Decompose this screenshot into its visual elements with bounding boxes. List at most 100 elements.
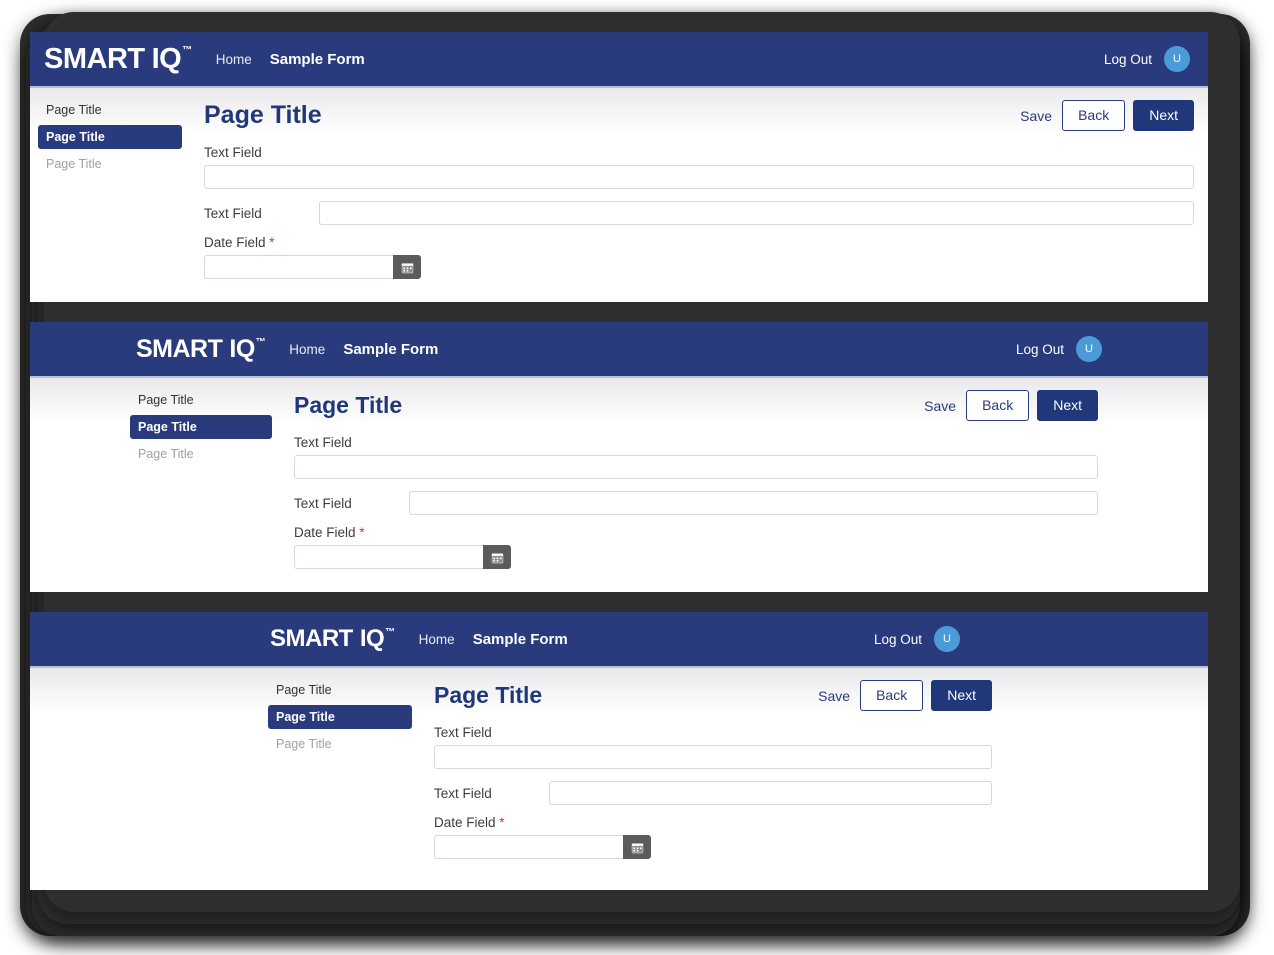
nav-link-home[interactable]: Home: [216, 52, 252, 67]
page-title: Page Title: [294, 392, 403, 419]
text-field-2-input[interactable]: [549, 781, 992, 806]
save-button[interactable]: Save: [922, 394, 958, 418]
page-title: Page Title: [434, 682, 543, 709]
back-button[interactable]: Back: [966, 390, 1030, 422]
next-button[interactable]: Next: [1037, 390, 1098, 422]
date-field-group: Date Field *: [294, 525, 1098, 570]
sidebar: Page Title Page Title Page Title: [30, 88, 190, 300]
date-field-input-group: [204, 255, 421, 280]
form-content: Page Title Save Back Next Text Field Tex…: [280, 378, 1208, 590]
logout-link[interactable]: Log Out: [1104, 52, 1152, 67]
date-field-input-group: [434, 835, 651, 860]
avatar[interactable]: U: [1164, 46, 1190, 72]
date-field-label-text: Date Field: [434, 815, 496, 831]
text-field-1-label: Text Field: [294, 435, 352, 451]
nav-link-home[interactable]: Home: [289, 342, 325, 357]
next-button[interactable]: Next: [931, 680, 992, 712]
logout-link[interactable]: Log Out: [1016, 342, 1064, 357]
sidebar-item-page-title-1[interactable]: Page Title: [38, 98, 182, 122]
date-field-input[interactable]: [294, 545, 483, 570]
text-field-1-group: Text Field: [294, 435, 1098, 480]
sidebar-item-page-title-2[interactable]: Page Title: [268, 705, 412, 729]
calendar-icon: [631, 841, 644, 854]
nav-link-sample-form[interactable]: Sample Form: [473, 631, 568, 648]
text-field-2-group: Text Field: [434, 781, 992, 806]
text-field-2-group: Text Field: [204, 201, 1194, 226]
calendar-icon: [491, 551, 504, 564]
date-field-input[interactable]: [434, 835, 623, 860]
smartiq-logo[interactable]: SMART IQ ™: [270, 627, 395, 651]
date-field-label: Date Field *: [434, 815, 992, 830]
logo-word-smart: SMART: [136, 334, 223, 363]
date-field-label-text: Date Field: [204, 235, 266, 251]
avatar[interactable]: U: [1076, 336, 1102, 362]
sidebar-item-page-title-2[interactable]: Page Title: [130, 415, 272, 439]
form-content: Page Title Save Back Next Text Field Tex…: [420, 668, 1208, 888]
text-field-1-input[interactable]: [434, 745, 992, 770]
page-title: Page Title: [204, 101, 322, 130]
avatar[interactable]: U: [934, 626, 960, 652]
sidebar-item-page-title-1[interactable]: Page Title: [268, 678, 412, 702]
date-field-label-text: Date Field: [294, 525, 356, 541]
smartiq-logo[interactable]: SMART IQ ™: [44, 42, 192, 75]
text-field-1-input[interactable]: [294, 455, 1098, 480]
text-field-1-group: Text Field: [204, 145, 1194, 190]
sidebar: Page Title Page Title Page Title: [30, 378, 280, 590]
text-field-1-input[interactable]: [204, 165, 1194, 190]
nav-link-home[interactable]: Home: [419, 632, 455, 647]
calendar-icon-button[interactable]: [393, 255, 421, 280]
required-asterisk: *: [269, 235, 275, 251]
logo-word-smart: SMART: [270, 625, 353, 652]
sidebar-item-page-title-1[interactable]: Page Title: [130, 388, 272, 412]
back-button[interactable]: Back: [1062, 100, 1126, 132]
sidebar-item-page-title-3[interactable]: Page Title: [130, 442, 272, 466]
save-button[interactable]: Save: [1018, 104, 1054, 128]
logo-word-iq: IQ: [359, 625, 385, 652]
sidebar: Page Title Page Title Page Title: [30, 668, 420, 888]
required-asterisk: *: [359, 525, 365, 541]
calendar-icon-button[interactable]: [483, 545, 511, 570]
text-field-1-label: Text Field: [204, 145, 262, 161]
app-panel-mobile: SMART IQ ™ Home Sample Form Log Out U Pa…: [30, 612, 1208, 890]
nav-link-sample-form[interactable]: Sample Form: [343, 341, 438, 358]
trademark-symbol: ™: [182, 44, 192, 56]
top-navbar: SMART IQ ™ Home Sample Form Log Out U: [30, 322, 1208, 378]
date-field-label: Date Field *: [294, 525, 1098, 540]
text-field-2-label: Text Field: [294, 495, 352, 511]
app-panel-desktop: SMART IQ ™ Home Sample Form Log Out U Pa…: [30, 32, 1208, 302]
date-field-group: Date Field *: [204, 235, 1194, 280]
logout-link[interactable]: Log Out: [874, 632, 922, 647]
nav-link-sample-form[interactable]: Sample Form: [270, 51, 365, 68]
sidebar-item-page-title-2[interactable]: Page Title: [38, 125, 182, 149]
trademark-symbol: ™: [385, 627, 395, 638]
form-content: Page Title Save Back Next Text Field Tex…: [190, 88, 1208, 300]
text-field-2-input[interactable]: [409, 491, 1098, 516]
text-field-1-label: Text Field: [434, 725, 492, 741]
smartiq-logo[interactable]: SMART IQ ™: [136, 334, 266, 363]
back-button[interactable]: Back: [860, 680, 924, 712]
calendar-icon-button[interactable]: [623, 835, 651, 860]
sidebar-item-page-title-3[interactable]: Page Title: [38, 152, 182, 176]
screenshot-stage: SMART IQ ™ Home Sample Form Log Out U Pa…: [0, 0, 1274, 955]
form-actions: Save Back Next: [922, 390, 1098, 422]
form-actions: Save Back Next: [1018, 100, 1194, 132]
date-field-input[interactable]: [204, 255, 393, 280]
app-panel-tablet: SMART IQ ™ Home Sample Form Log Out U Pa…: [30, 322, 1208, 592]
save-button[interactable]: Save: [816, 684, 852, 708]
required-asterisk: *: [499, 815, 505, 831]
text-field-2-label: Text Field: [204, 205, 262, 221]
logo-word-iq: IQ: [151, 42, 182, 75]
sidebar-item-page-title-3[interactable]: Page Title: [268, 732, 412, 756]
date-field-group: Date Field *: [434, 815, 992, 860]
calendar-icon: [401, 261, 414, 274]
trademark-symbol: ™: [255, 336, 266, 348]
top-navbar: SMART IQ ™ Home Sample Form Log Out U: [30, 32, 1208, 88]
date-field-input-group: [294, 545, 511, 570]
top-navbar: SMART IQ ™ Home Sample Form Log Out U: [30, 612, 1208, 668]
logo-word-iq: IQ: [229, 334, 255, 363]
text-field-2-label: Text Field: [434, 785, 492, 801]
form-actions: Save Back Next: [816, 680, 992, 712]
next-button[interactable]: Next: [1133, 100, 1194, 132]
text-field-1-group: Text Field: [434, 725, 992, 770]
text-field-2-input[interactable]: [319, 201, 1194, 226]
